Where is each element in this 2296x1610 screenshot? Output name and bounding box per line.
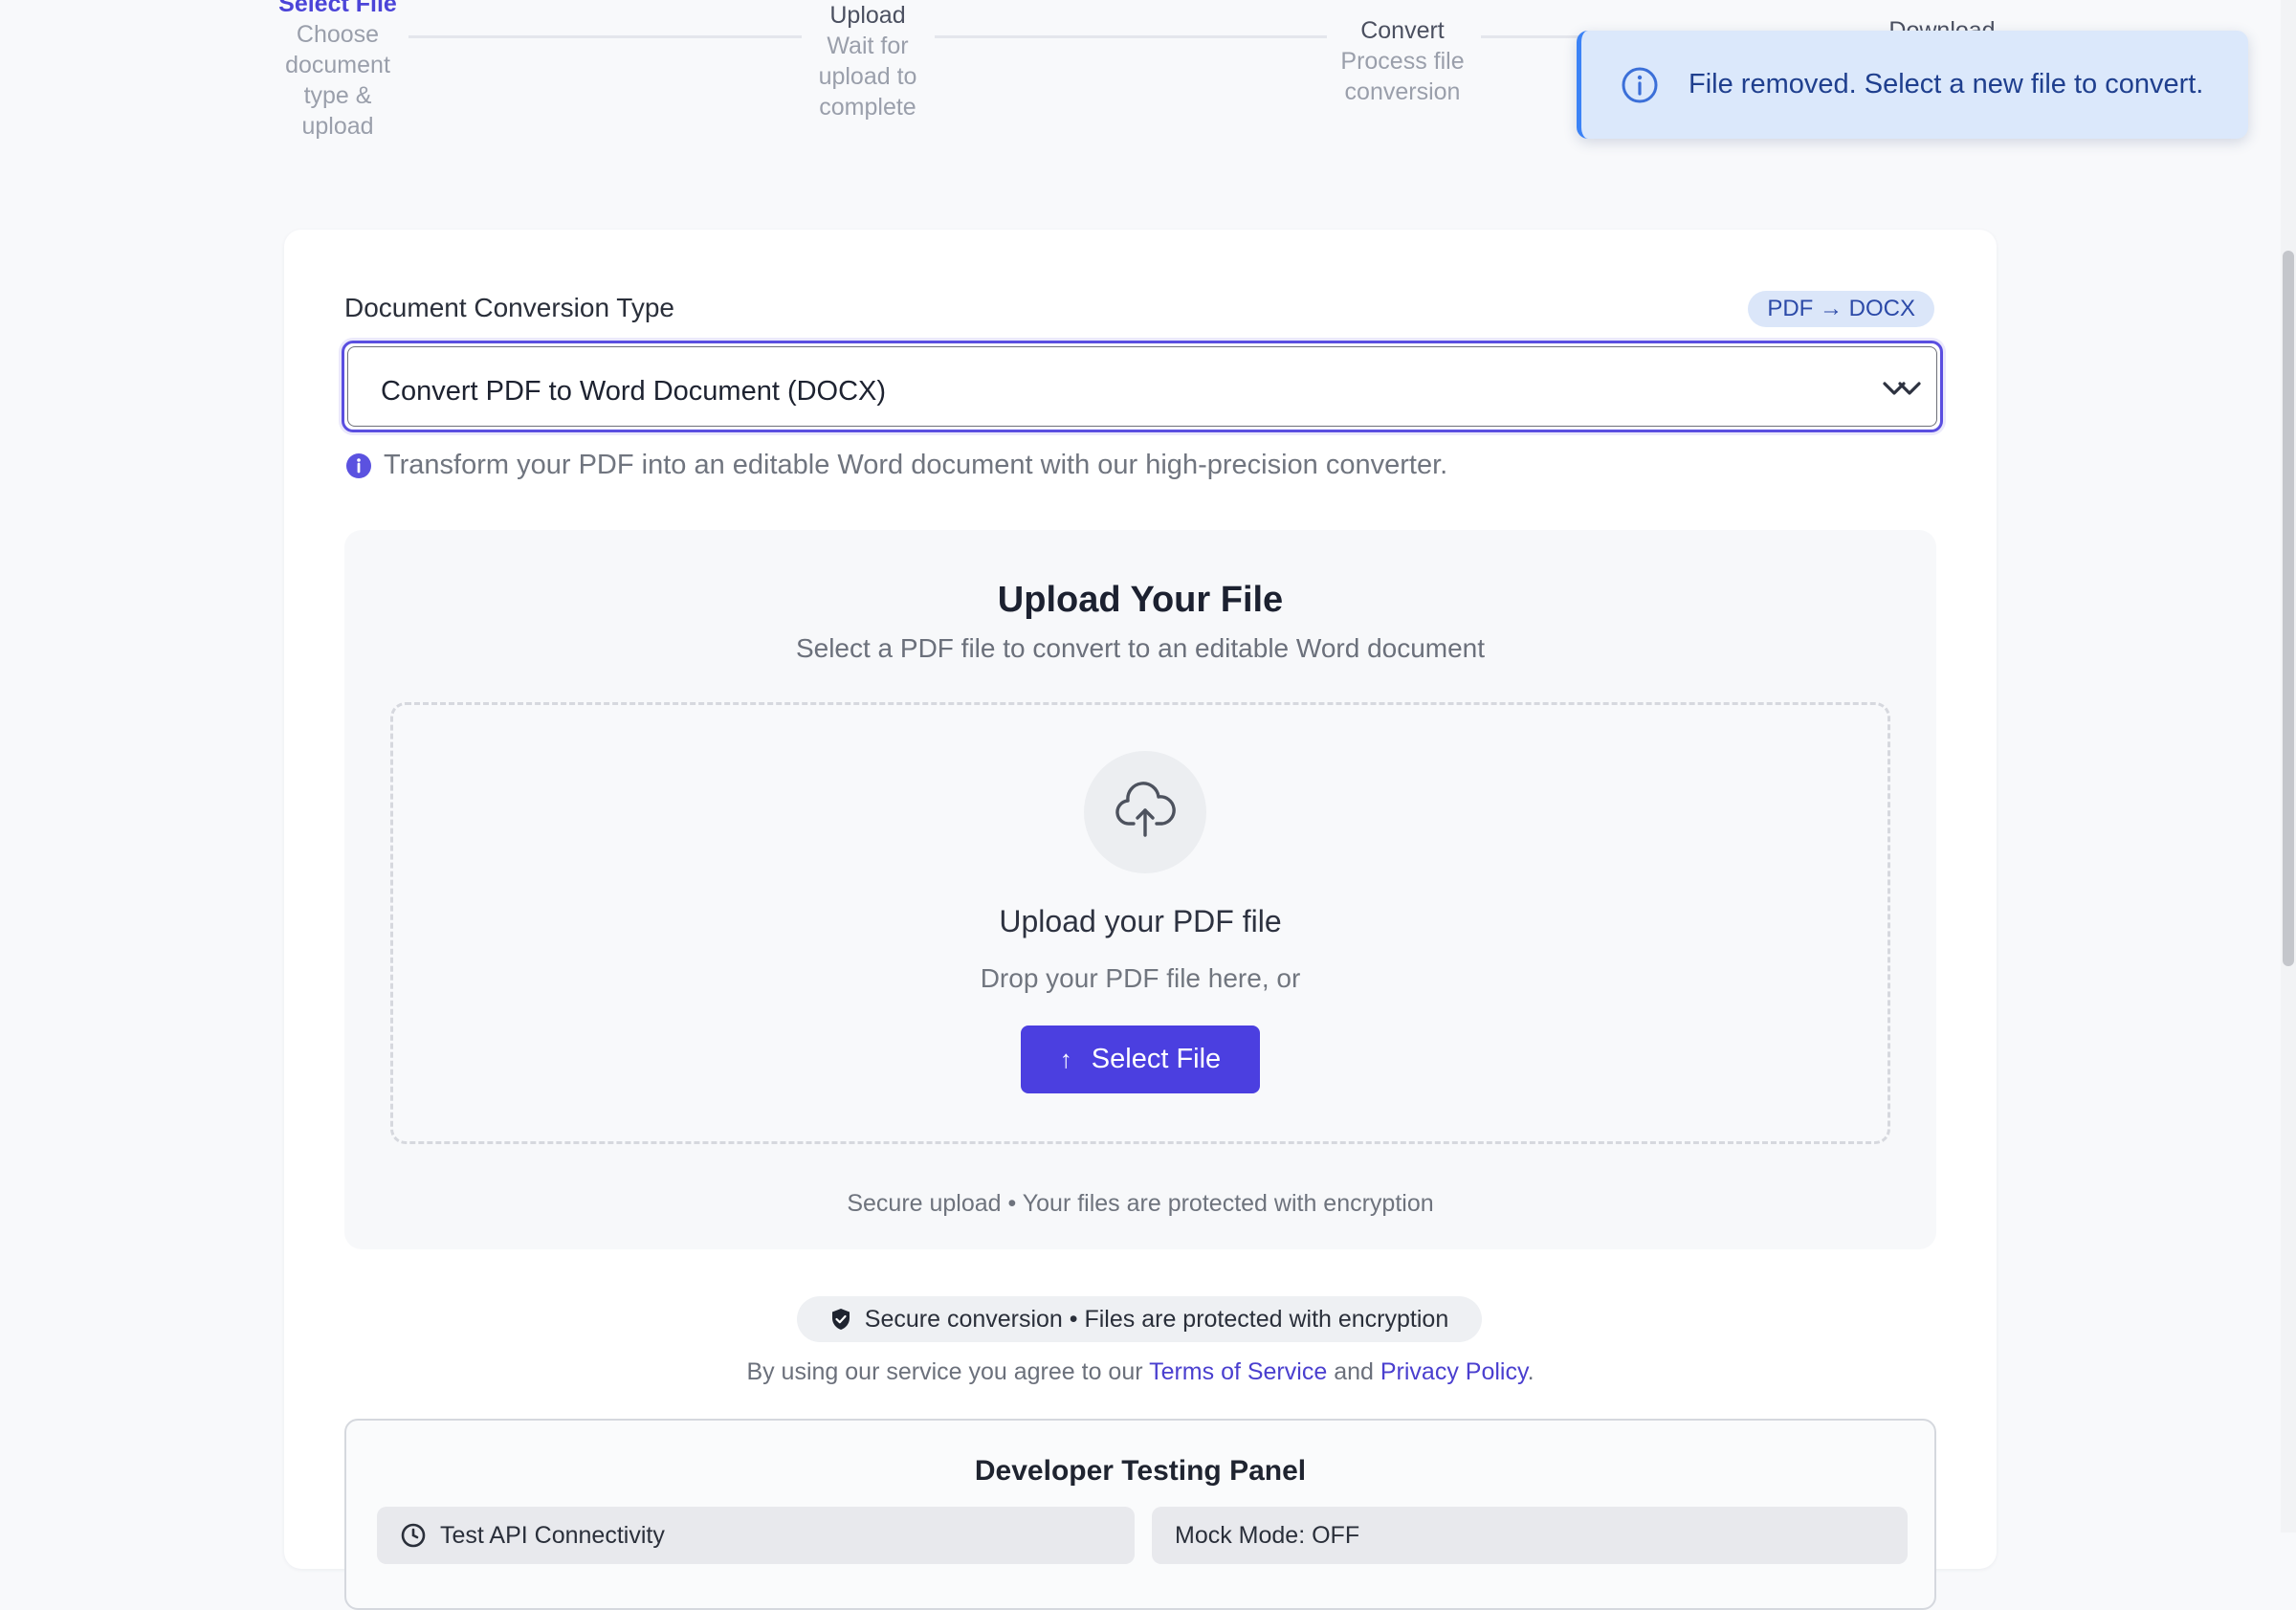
clock-icon [400, 1522, 427, 1549]
upload-cloud-icon [1084, 751, 1206, 873]
conversion-type-label: Document Conversion Type [344, 293, 674, 322]
page-scrollbar[interactable] [2281, 0, 2296, 1533]
dropzone-subtitle: Drop your PDF file here, or [980, 963, 1301, 993]
scrollbar-thumb[interactable] [2283, 251, 2294, 966]
secure-upload-note: Secure upload • Your files are protected… [847, 1190, 1434, 1217]
developer-testing-panel: Developer Testing Panel Test API Connect… [344, 1419, 1936, 1610]
format-badge: PDF → DOCX [1748, 291, 1934, 327]
converter-card: Document Conversion Type PDF → DOCX Conv… [284, 230, 1997, 1610]
test-api-label: Test API Connectivity [440, 1522, 665, 1549]
info-icon [345, 452, 372, 479]
dropzone-title: Upload your PDF file [999, 904, 1282, 938]
upload-subtitle: Select a PDF file to convert to an edita… [795, 633, 1486, 663]
privacy-policy-link[interactable]: Privacy Policy [1380, 1358, 1528, 1385]
terms-suffix: . [1527, 1358, 1534, 1385]
select-file-label: Select File [1091, 1044, 1222, 1074]
secure-conversion-pill: Secure conversion • Files are protected … [797, 1296, 1482, 1342]
file-dropzone[interactable]: Upload your PDF file Drop your PDF file … [390, 702, 1890, 1144]
arrow-up-icon: ↑ [1059, 1045, 1072, 1073]
terms-prefix: By using our service you agree to our [746, 1358, 1143, 1385]
step-convert: Convert Process file conversion [1330, 15, 1475, 107]
step-title: Upload [829, 2, 906, 29]
mock-mode-toggle[interactable]: Mock Mode: OFF [1152, 1507, 1908, 1564]
mock-mode-label: Mock Mode: OFF [1175, 1522, 1360, 1549]
info-icon [1620, 65, 1660, 105]
step-title: Convert [1360, 17, 1445, 44]
toast-message: File removed. Select a new file to conve… [1689, 69, 2204, 99]
step-upload: Upload Wait for upload to complete [804, 0, 932, 122]
dev-panel-title: Developer Testing Panel [974, 1455, 1307, 1487]
select-value: Convert PDF to Word Document (DOCX) [381, 376, 887, 407]
step-description: Wait for upload to complete [818, 33, 917, 121]
select-field[interactable]: Convert PDF to Word Document (DOCX) [347, 346, 1937, 427]
toast-notification: File removed. Select a new file to conve… [1577, 31, 2248, 139]
step-title: Select File [278, 0, 397, 17]
terms-and: and [1334, 1358, 1374, 1385]
step-select-file: Select File Choose document type & uploa… [268, 0, 408, 142]
test-api-button[interactable]: Test API Connectivity [377, 1507, 1135, 1564]
step-connector [935, 35, 1327, 38]
step-connector [408, 35, 802, 38]
upload-panel: Upload Your File Select a PDF file to co… [344, 530, 1936, 1249]
chevron-down-icon [1883, 376, 1921, 405]
conversion-type-select[interactable]: Convert PDF to Word Document (DOCX) [342, 341, 1943, 432]
conversion-hint: Transform your PDF into an editable Word… [345, 450, 1447, 481]
hint-text: Transform your PDF into an editable Word… [384, 450, 1448, 480]
terms-notice: By using our service you agree to our Te… [284, 1358, 1997, 1386]
upload-title: Upload Your File [997, 580, 1284, 620]
step-description: Choose document type & upload [285, 21, 390, 140]
terms-of-service-link[interactable]: Terms of Service [1149, 1358, 1327, 1385]
select-file-button[interactable]: ↑ Select File [1021, 1026, 1260, 1093]
secure-pill-text: Secure conversion • Files are protected … [864, 1305, 1449, 1333]
step-connector [1481, 35, 1586, 38]
shield-check-icon [830, 1308, 851, 1331]
step-description: Process file conversion [1340, 48, 1465, 105]
